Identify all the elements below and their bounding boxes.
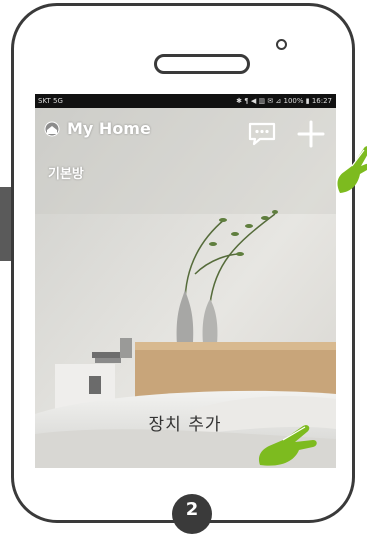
chat-icon[interactable] [247,121,277,147]
speaker-slot [154,54,250,74]
pointing-hand-icon [337,146,367,193]
pointing-hand-icon [259,425,317,466]
home-title[interactable]: My Home [67,119,151,138]
add-device-button[interactable]: 장치 추가 [130,410,240,440]
camera-dot [276,39,287,50]
status-icons-time: ✱ ¶ ◀ ▥ ✉ ⊿ 100% ▮ 16:27 [236,97,332,105]
status-bar: SKT 5G ✱ ¶ ◀ ▥ ✉ ⊿ 100% ▮ 16:27 [35,94,336,108]
room-label[interactable]: 기본방 [48,163,84,182]
step-number-badge: 2 [172,494,212,534]
home-icon [44,121,60,137]
carrier-label: SKT 5G [38,97,63,105]
plus-icon[interactable] [296,119,326,149]
